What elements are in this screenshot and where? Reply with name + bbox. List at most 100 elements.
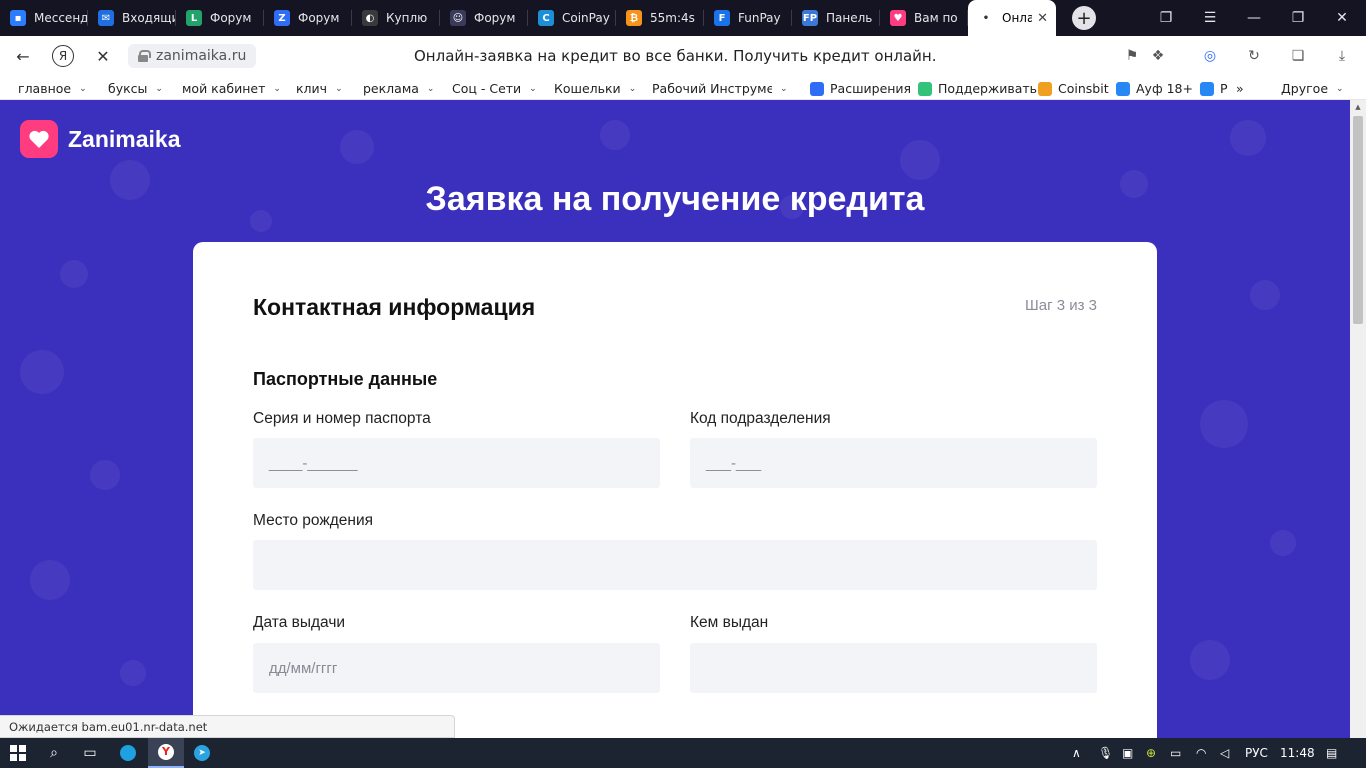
- birthplace-input[interactable]: [253, 540, 1097, 590]
- bookmark-icon[interactable]: ❖: [1146, 44, 1170, 68]
- new-tab-button[interactable]: +: [1072, 6, 1096, 30]
- notifications-icon[interactable]: ▤: [1326, 738, 1337, 768]
- tab-manager-icon[interactable]: ❐: [1144, 0, 1188, 36]
- bookmark-folder[interactable]: буксы ⌄: [108, 81, 163, 96]
- close-window-icon[interactable]: ✕: [1320, 0, 1364, 36]
- scrollbar-thumb[interactable]: [1353, 116, 1363, 324]
- browser-tab[interactable]: FP Панель: [792, 0, 880, 36]
- browser-tab[interactable]: F FunPay: [704, 0, 792, 36]
- back-icon[interactable]: ←: [8, 41, 38, 71]
- vertical-scrollbar[interactable]: ▲: [1350, 100, 1366, 738]
- tab-favicon-icon: ▪: [10, 10, 26, 26]
- browser-tab[interactable]: C CoinPay: [528, 0, 616, 36]
- passport-input[interactable]: ____-______: [253, 438, 660, 488]
- browser-tab[interactable]: ☺ Форум: [440, 0, 528, 36]
- bookmark-folder[interactable]: мой кабинет ⌄: [182, 81, 281, 96]
- division-code-input[interactable]: ___-___: [690, 438, 1097, 488]
- bookmark-label: Кошельки: [554, 81, 621, 96]
- translate-icon[interactable]: ⚑: [1120, 44, 1144, 68]
- browser-tab[interactable]: L Форум: [176, 0, 264, 36]
- menu-icon[interactable]: ☰: [1188, 0, 1232, 36]
- bookmark-folder[interactable]: клич ⌄: [296, 81, 343, 96]
- bookmark-folder[interactable]: главное ⌄: [18, 81, 87, 96]
- tray-plus-icon[interactable]: ⊕: [1146, 738, 1156, 768]
- subsection-title: Паспортные данные: [253, 369, 438, 389]
- scroll-up-icon[interactable]: ▲: [1350, 100, 1366, 114]
- bookmark-item[interactable]: Р: [1200, 81, 1228, 96]
- browser-tab[interactable]: ✉ Входящие: [88, 0, 176, 36]
- chevron-down-icon: ⌄: [335, 83, 343, 94]
- edge-icon[interactable]: [110, 738, 146, 768]
- browser-tab[interactable]: Z Форум: [264, 0, 352, 36]
- brand-name: Zanimaika: [68, 125, 181, 152]
- bookmark-label: Рабочий Инструмен: [652, 81, 772, 96]
- language-indicator[interactable]: РУС: [1245, 738, 1268, 768]
- bookmark-favicon-icon: [918, 81, 932, 96]
- bookmark-item[interactable]: Расширения: [810, 81, 911, 96]
- close-tab-icon[interactable]: ✕: [1037, 11, 1048, 26]
- tab-favicon-icon: ✉: [98, 10, 114, 26]
- task-view-icon[interactable]: ▭: [72, 738, 108, 768]
- bookmark-folder[interactable]: Другое ⌄: [1281, 81, 1344, 96]
- bookmark-label: Расширения: [830, 81, 912, 96]
- bookmark-folder[interactable]: Кошельки ⌄: [554, 81, 636, 96]
- restore-icon[interactable]: ❐: [1276, 0, 1320, 36]
- yandex-browser-taskbar-icon[interactable]: Y: [148, 738, 184, 768]
- yandex-icon[interactable]: Я: [52, 45, 74, 67]
- bookmark-folder[interactable]: Рабочий Инструмен ⌄: [652, 81, 788, 96]
- chevron-down-icon: ⌄: [780, 83, 788, 94]
- url-pill[interactable]: zanimaika.ru: [128, 44, 257, 68]
- bookmark-favicon-icon: [1200, 81, 1214, 96]
- bookmark-item[interactable]: Ауф 18+: [1116, 81, 1193, 96]
- browser-tab-active[interactable]: • Онлайн-заявка ✕: [968, 0, 1056, 36]
- url-text: zanimaika.ru: [156, 48, 247, 64]
- application-form-card: Контактная информация Шаг 3 из 3 Паспорт…: [193, 242, 1157, 738]
- chevron-down-icon: ⌄: [426, 83, 435, 94]
- bookmark-item[interactable]: Поддерживать: [918, 81, 1037, 96]
- bookmark-favicon-icon: [1038, 81, 1052, 96]
- chevron-down-icon: ⌄: [1336, 83, 1344, 94]
- browser-tab[interactable]: ₿ 55m:4s: [616, 0, 704, 36]
- minimize-icon[interactable]: —: [1232, 0, 1276, 36]
- search-icon[interactable]: ⌕: [36, 738, 72, 768]
- issued-by-input[interactable]: [690, 643, 1097, 693]
- wifi-icon[interactable]: ◠: [1196, 738, 1206, 768]
- windows-start-icon[interactable]: [0, 738, 36, 768]
- microphone-icon[interactable]: 🎙: [1098, 738, 1113, 768]
- browser-tab[interactable]: ♥ Вам по: [880, 0, 968, 36]
- tab-title: Форум: [210, 11, 252, 25]
- bookmarks-overflow-icon[interactable]: »: [1236, 81, 1244, 96]
- brand-logo[interactable]: Zanimaika: [20, 120, 181, 158]
- tab-title: Вам по: [914, 11, 958, 25]
- tab-favicon-icon: ₿: [626, 10, 642, 26]
- section-title: Контактная информация: [253, 294, 536, 320]
- clock[interactable]: 11:48: [1280, 738, 1315, 768]
- stop-loading-icon[interactable]: ✕: [88, 41, 118, 71]
- tray-app-icon[interactable]: ▣: [1122, 738, 1133, 768]
- page-title-in-omnibox[interactable]: Онлайн-заявка на кредит во все банки. По…: [414, 47, 936, 65]
- issue-date-input[interactable]: дд/мм/гггг: [253, 643, 660, 693]
- browser-tab[interactable]: ▪ Мессенджер: [0, 0, 88, 36]
- tab-title: 55m:4s: [650, 11, 695, 25]
- volume-icon[interactable]: ◁: [1220, 738, 1229, 768]
- issue-date-label: Дата выдачи: [253, 614, 346, 631]
- browser-tab[interactable]: ◐ Куплю: [352, 0, 440, 36]
- division-code-label: Код подразделения: [690, 410, 831, 427]
- chevron-down-icon: ⌄: [273, 83, 281, 94]
- tab-title: Форум: [298, 11, 340, 25]
- page-headline: Заявка на получение кредита: [425, 180, 925, 218]
- bookmark-item[interactable]: Coinsbit: [1038, 81, 1109, 96]
- bookmark-folder[interactable]: реклама ⌄: [363, 81, 434, 96]
- tab-title: CoinPay: [562, 11, 610, 25]
- tray-chevron-icon[interactable]: ∧: [1072, 738, 1081, 768]
- telegram-icon[interactable]: ➤: [184, 738, 220, 768]
- refresh-icon[interactable]: ↻: [1242, 44, 1266, 68]
- bookmark-label: Соц - Сети: [452, 81, 522, 96]
- protect-icon[interactable]: ◎: [1198, 44, 1222, 68]
- bookmark-label: главное: [18, 81, 72, 96]
- bookmark-folder[interactable]: Соц - Сети ⌄: [452, 81, 537, 96]
- tab-title: Форум: [474, 11, 516, 25]
- battery-icon[interactable]: ▭: [1170, 738, 1181, 768]
- downloads-icon[interactable]: ⤓: [1330, 44, 1354, 68]
- collections-icon[interactable]: ❏: [1286, 44, 1310, 68]
